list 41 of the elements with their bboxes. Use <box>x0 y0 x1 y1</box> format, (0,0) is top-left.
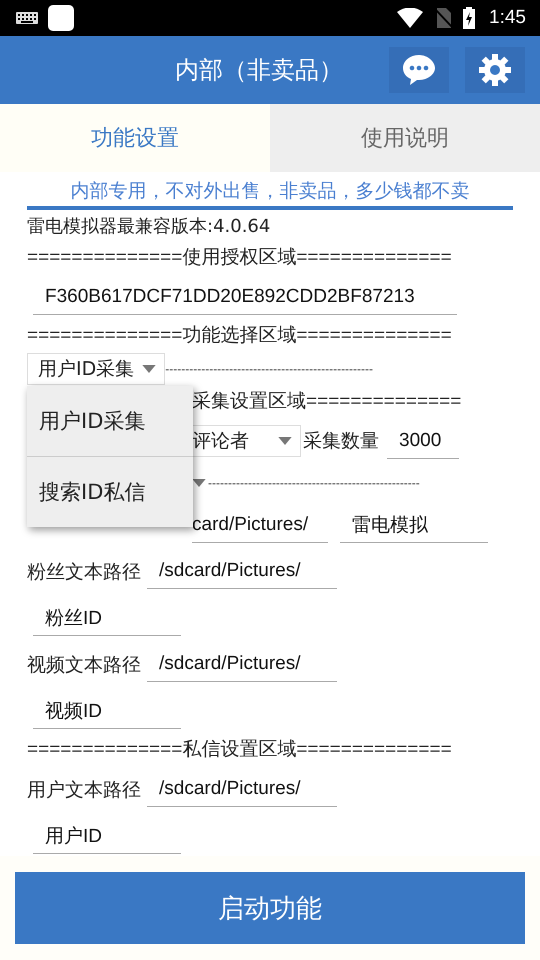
app-title: 内部（非卖品） <box>175 55 344 86</box>
dropdown[interactable]: 用户ID采集 <box>27 353 166 385</box>
message-button[interactable] <box>389 47 449 93</box>
clock-text: 1:45 <box>489 7 526 29</box>
menu-item[interactable]: 用户ID采集 <box>27 386 193 456</box>
input-field[interactable]: 粉丝ID <box>33 600 181 636</box>
chat-bubble-icon <box>402 54 436 86</box>
app-icon <box>48 5 74 31</box>
notice-text: 内部专用，不对外出售，非卖品，多少钱都不卖 <box>27 172 513 210</box>
caret-icon <box>278 437 292 445</box>
input-field[interactable]: /sdcard/Pictures/ <box>147 647 337 682</box>
field-label: 采集数量 <box>303 429 379 454</box>
input-field[interactable]: /sdcard/Pictures/ <box>147 554 337 589</box>
section-heading: ==============私信设置区域============== <box>27 738 452 762</box>
keyboard-icon <box>16 12 38 24</box>
tab[interactable]: 使用说明 <box>270 104 540 172</box>
settings-button[interactable] <box>465 47 525 93</box>
field-label: 视频文本路径 <box>27 652 141 678</box>
version-text: 雷电模拟器最兼容版本:4.0.64 <box>27 215 270 239</box>
dashed-line: ---------------------------------------------------- <box>165 362 374 376</box>
section-heading: ==============功能选择区域============== <box>27 324 452 348</box>
wifi-icon <box>397 8 424 28</box>
input-field[interactable]: /sdcard/Pictures/ <box>147 772 337 807</box>
license-field[interactable]: F360B617DCF71DD20E892CDD2BF87213 <box>33 280 457 314</box>
field-label: 粉丝文本路径 <box>27 560 141 584</box>
section-heading: ==============使用授权区域============== <box>27 246 452 270</box>
caret-icon <box>192 479 206 487</box>
field-label: 用户文本路径 <box>27 778 141 802</box>
settings-icon <box>479 54 511 86</box>
battery-icon <box>463 7 476 29</box>
input-field[interactable]: 雷电模拟 <box>340 508 488 542</box>
input-field[interactable]: 3000 <box>387 424 459 458</box>
input-field[interactable]: 用户ID <box>33 818 181 854</box>
dashed-line: ----------------------------------------------------- <box>208 476 420 490</box>
caret-icon <box>142 365 156 373</box>
tab[interactable]: 功能设置 <box>0 104 270 172</box>
menu-item[interactable]: 搜索ID私信 <box>27 457 193 527</box>
section-heading: 采集设置区域============== <box>192 390 462 414</box>
input-field[interactable]: card/Pictures/ <box>192 508 328 542</box>
input-field[interactable]: 视频ID <box>33 694 181 728</box>
start-button[interactable]: 启动功能 <box>15 872 525 944</box>
